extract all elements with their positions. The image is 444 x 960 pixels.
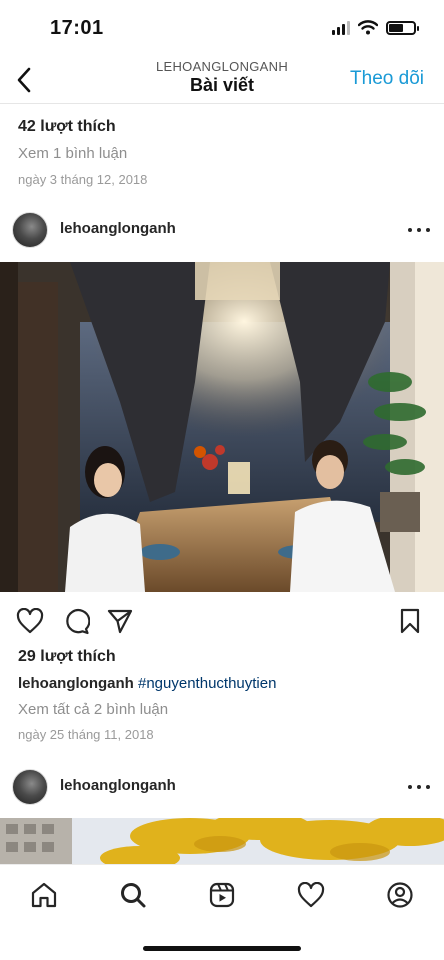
comment-button[interactable] [60,604,92,638]
more-horizontal-icon [408,228,412,232]
like-button[interactable] [14,604,46,638]
nav-home-button[interactable] [28,879,60,911]
next-post-header: lehoanglonganh [0,767,444,807]
next-post-photo[interactable] [0,818,444,864]
nav-reels-button[interactable] [206,879,238,911]
nav-profile-button[interactable] [384,879,416,911]
share-button[interactable] [104,604,136,638]
bookmark-icon [400,608,420,634]
next-post-more-options-button[interactable] [408,777,430,797]
post-caption: lehoanglonganh #nguyenthucthuytien [18,675,276,692]
home-indicator [143,946,301,951]
nav-activity-button[interactable] [295,879,327,911]
avatar[interactable] [12,212,48,248]
caption-username[interactable]: lehoanglonganh [18,675,134,692]
prev-post-view-comments-link[interactable]: Xem 1 bình luận [18,145,127,162]
send-icon [107,609,133,634]
post-username[interactable]: lehoanglonganh [60,220,176,237]
heart-icon [297,882,325,908]
avatar[interactable] [12,769,48,805]
battery-level [389,23,404,32]
reels-icon [209,882,235,908]
prev-post-date: ngày 3 tháng 12, 2018 [18,172,148,187]
caption-hashtag[interactable]: #nguyenthucthuytien [138,675,276,692]
post-likes[interactable]: 29 lượt thích [18,648,116,666]
post-date: ngày 25 tháng 11, 2018 [18,727,154,742]
home-icon [31,882,57,908]
battery-icon [386,20,419,35]
more-horizontal-icon [408,785,412,789]
post-photo-image [0,262,444,592]
nav-search-button[interactable] [117,879,149,911]
heart-icon [16,608,44,634]
header-divider [0,103,444,104]
more-options-button[interactable] [408,220,430,240]
prev-post-likes[interactable]: 42 lượt thích [18,118,116,136]
status-bar: 17:01 [0,0,444,58]
next-post-username[interactable]: lehoanglonganh [60,777,176,794]
follow-button[interactable]: Theo dõi [350,68,424,90]
top-navigation-bar: LEHOANGLONGANH Bài viết Theo dõi [0,58,444,102]
cellular-signal-icon [332,20,350,35]
profile-icon [387,882,413,908]
post-view-comments-link[interactable]: Xem tất cả 2 bình luận [18,701,168,718]
save-button[interactable] [394,604,426,638]
status-icons [332,20,419,35]
post-header: lehoanglonganh [0,210,444,250]
comment-icon [66,609,90,635]
post-action-row [0,604,444,640]
status-time: 17:01 [50,17,104,39]
wifi-icon [358,20,378,35]
search-icon [121,883,146,908]
next-post-photo-image [0,818,444,864]
post-photo[interactable] [0,262,444,592]
